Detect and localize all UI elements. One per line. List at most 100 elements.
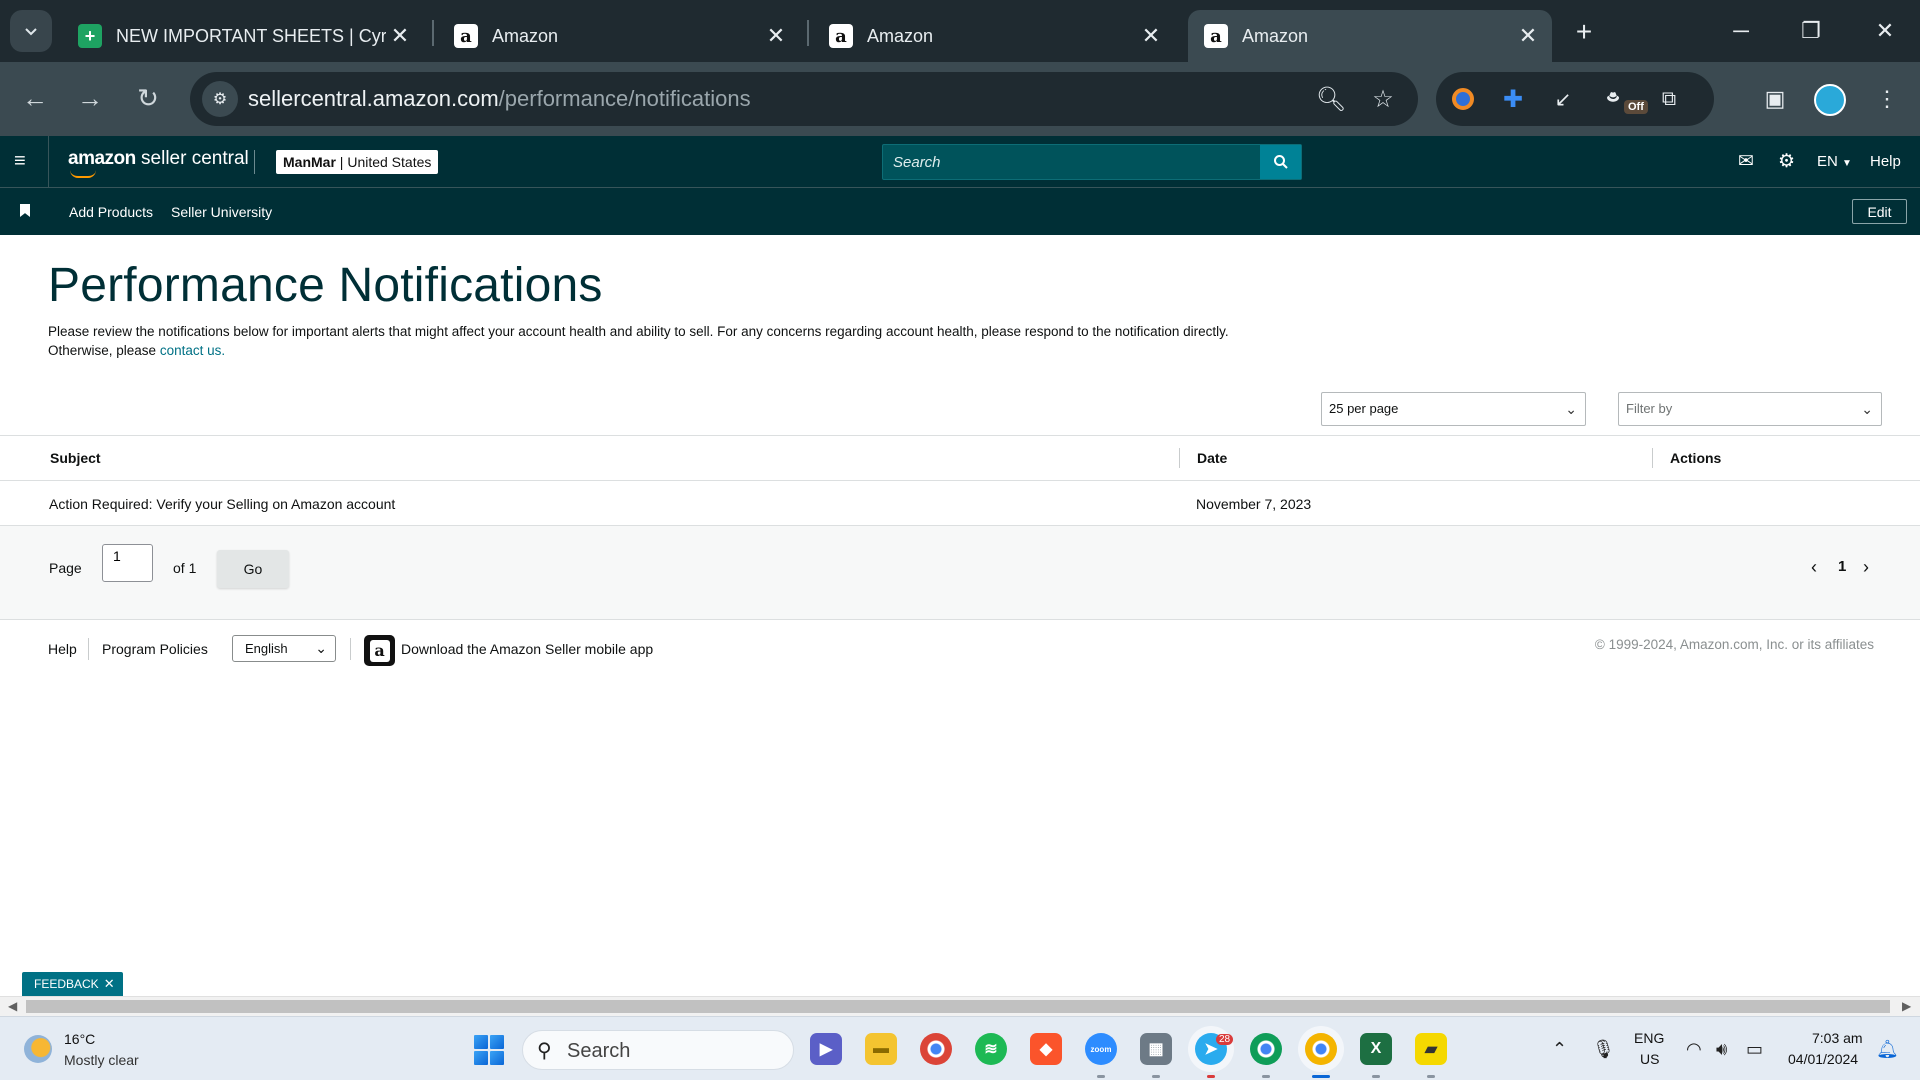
header-divider — [48, 136, 49, 188]
footer-language-select[interactable]: English ⌄ — [232, 635, 336, 662]
browser-tab-sheets[interactable]: + NEW IMPORTANT SHEETS | Cyril - ✕ — [62, 10, 424, 62]
tab-separator — [807, 20, 809, 46]
bookmark-icon[interactable] — [20, 204, 30, 217]
per-page-select[interactable]: 25 per page ⌄ — [1321, 392, 1586, 426]
browser-tab-amazon-1[interactable]: a Amazon ✕ — [438, 10, 800, 62]
table-row: Action Required: Verify your Selling on … — [0, 481, 1920, 526]
brave-icon[interactable]: ◆ — [1030, 1033, 1062, 1065]
bookmark-star-icon[interactable]: ☆ — [1368, 84, 1398, 114]
notification-subject-link[interactable]: Action Required: Verify your Selling on … — [49, 496, 395, 512]
extensions-puzzle-icon[interactable]: ⧉ — [1654, 84, 1684, 114]
meet-app-icon[interactable]: ▶ — [810, 1033, 842, 1065]
profile-avatar[interactable] — [1814, 84, 1846, 116]
store-switcher[interactable]: ManMar | United States — [276, 150, 439, 174]
weather-temperature[interactable]: 16°C — [64, 1031, 95, 1047]
forward-arrow-icon[interactable]: → — [70, 78, 110, 118]
zoom-icon[interactable]: 🔍︎ — [1316, 84, 1346, 114]
app-active-indicator — [1312, 1075, 1330, 1078]
current-page-number[interactable]: 1 — [1838, 558, 1846, 575]
page-label: Page — [49, 560, 82, 576]
description-line-1: Please review the notifications below fo… — [48, 324, 1229, 339]
show-hidden-icons-icon[interactable]: ⌃ — [1552, 1039, 1567, 1060]
spotify-icon[interactable]: ≋ — [975, 1033, 1007, 1065]
chrome-active-icon[interactable] — [1305, 1033, 1337, 1065]
amazon-seller-app-icon[interactable]: a — [364, 635, 395, 666]
column-date[interactable]: Date — [1197, 450, 1227, 466]
app-running-indicator — [1097, 1075, 1105, 1078]
excel-icon[interactable]: X — [1360, 1033, 1392, 1065]
contact-us-link[interactable]: contact us. — [160, 343, 225, 358]
clock-date[interactable]: 04/01/2024 — [1788, 1051, 1858, 1067]
search-icon: ⚲ — [537, 1040, 552, 1062]
tab-search-button[interactable] — [10, 10, 52, 52]
edit-button[interactable]: Edit — [1852, 199, 1907, 224]
column-subject[interactable]: Subject — [50, 450, 101, 466]
menu-kebab-icon[interactable]: ⋮ — [1872, 84, 1902, 114]
notification-bell-icon[interactable]: 🔔︎ — [1876, 1039, 1899, 1060]
windows-start-icon[interactable] — [474, 1035, 504, 1065]
extension-cursor-icon[interactable]: ↙ — [1548, 84, 1578, 114]
filter-by-select[interactable]: Filter by ⌄ — [1618, 392, 1882, 426]
scrollbar-thumb[interactable] — [26, 1000, 1890, 1013]
chrome-profile-icon[interactable] — [1250, 1033, 1282, 1065]
chrome-icon[interactable] — [920, 1033, 952, 1065]
close-tab-icon[interactable]: ✕ — [1137, 22, 1165, 50]
volume-icon[interactable]: 🔊︎ — [1716, 1039, 1727, 1060]
download-app-link[interactable]: Download the Amazon Seller mobile app — [401, 641, 653, 657]
weather-icon[interactable] — [24, 1035, 52, 1063]
feedback-button[interactable]: FEEDBACK ✕ — [22, 972, 123, 996]
reload-icon[interactable]: ↻ — [128, 78, 168, 118]
help-link[interactable]: Help — [1870, 153, 1901, 170]
side-panel-icon[interactable]: ▣ — [1760, 84, 1790, 114]
url-text[interactable]: sellercentral.amazon.com/performance/not… — [248, 86, 751, 112]
minimize-icon[interactable]: ─ — [1718, 10, 1764, 52]
extension-orange-icon[interactable] — [1448, 84, 1478, 114]
sticky-notes-icon[interactable]: ▰ — [1415, 1033, 1447, 1065]
search-input[interactable] — [883, 145, 1261, 179]
input-language-line2[interactable]: US — [1640, 1051, 1659, 1067]
back-arrow-icon[interactable]: ← — [15, 78, 55, 118]
new-tab-button[interactable]: + — [1566, 14, 1602, 50]
weather-description[interactable]: Mostly clear — [64, 1052, 139, 1068]
close-icon[interactable]: ✕ — [104, 976, 115, 991]
previous-page-icon[interactable]: ‹ — [1811, 558, 1817, 576]
close-window-icon[interactable]: ✕ — [1862, 10, 1908, 52]
microphone-icon[interactable]: 🎙︎ — [1592, 1039, 1615, 1060]
battery-icon[interactable]: ▭ — [1746, 1039, 1763, 1060]
taskbar-search[interactable]: ⚲ Search — [522, 1030, 794, 1070]
hamburger-menu-icon[interactable]: ≡ — [14, 151, 34, 172]
close-tab-icon[interactable]: ✕ — [386, 22, 414, 50]
scroll-left-icon[interactable]: ◀ — [8, 999, 17, 1013]
subnav-add-products[interactable]: Add Products — [69, 204, 153, 220]
language-selector[interactable]: EN ▼ — [1817, 153, 1852, 170]
chevron-down-icon: ⌄ — [1861, 401, 1873, 417]
seller-central-logo[interactable]: amazon seller central — [68, 148, 249, 178]
wifi-icon[interactable]: ◠ — [1686, 1039, 1702, 1060]
browser-tab-amazon-active[interactable]: a Amazon ✕ — [1188, 10, 1552, 62]
extension-plus-icon[interactable]: ✚ — [1498, 84, 1528, 114]
footer-help-link[interactable]: Help — [48, 641, 77, 657]
mail-icon[interactable]: ✉ — [1738, 152, 1754, 172]
subnav-seller-university[interactable]: Seller University — [171, 204, 272, 220]
next-page-icon[interactable]: › — [1863, 558, 1869, 576]
go-button[interactable]: Go — [217, 550, 289, 588]
footer-program-policies-link[interactable]: Program Policies — [102, 641, 208, 657]
browser-toolbar: ← → ↻ ⚙ sellercentral.amazon.com/perform… — [0, 62, 1920, 136]
restore-icon[interactable]: ❐ — [1788, 10, 1834, 52]
clock-time[interactable]: 7:03 am — [1812, 1030, 1863, 1046]
scroll-right-icon[interactable]: ▶ — [1902, 999, 1911, 1013]
gear-icon[interactable]: ⚙ — [1778, 152, 1795, 172]
page-number-input[interactable] — [102, 544, 153, 582]
close-tab-icon[interactable]: ✕ — [1514, 22, 1542, 50]
input-language-line1[interactable]: ENG — [1634, 1030, 1664, 1046]
browser-tab-amazon-2[interactable]: a Amazon ✕ — [813, 10, 1175, 62]
address-bar[interactable]: ⚙ sellercentral.amazon.com/performance/n… — [190, 72, 1418, 126]
site-info-icon[interactable]: ⚙ — [202, 81, 238, 117]
zoom-icon[interactable]: zoom — [1085, 1033, 1117, 1065]
search-button[interactable] — [1260, 145, 1301, 179]
close-tab-icon[interactable]: ✕ — [762, 22, 790, 50]
file-explorer-icon[interactable]: ▬ — [865, 1033, 897, 1065]
filter-placeholder: Filter by — [1626, 401, 1673, 416]
horizontal-scrollbar[interactable]: ◀ ▶ — [0, 996, 1920, 1016]
calculator-icon[interactable]: ▦ — [1140, 1033, 1172, 1065]
